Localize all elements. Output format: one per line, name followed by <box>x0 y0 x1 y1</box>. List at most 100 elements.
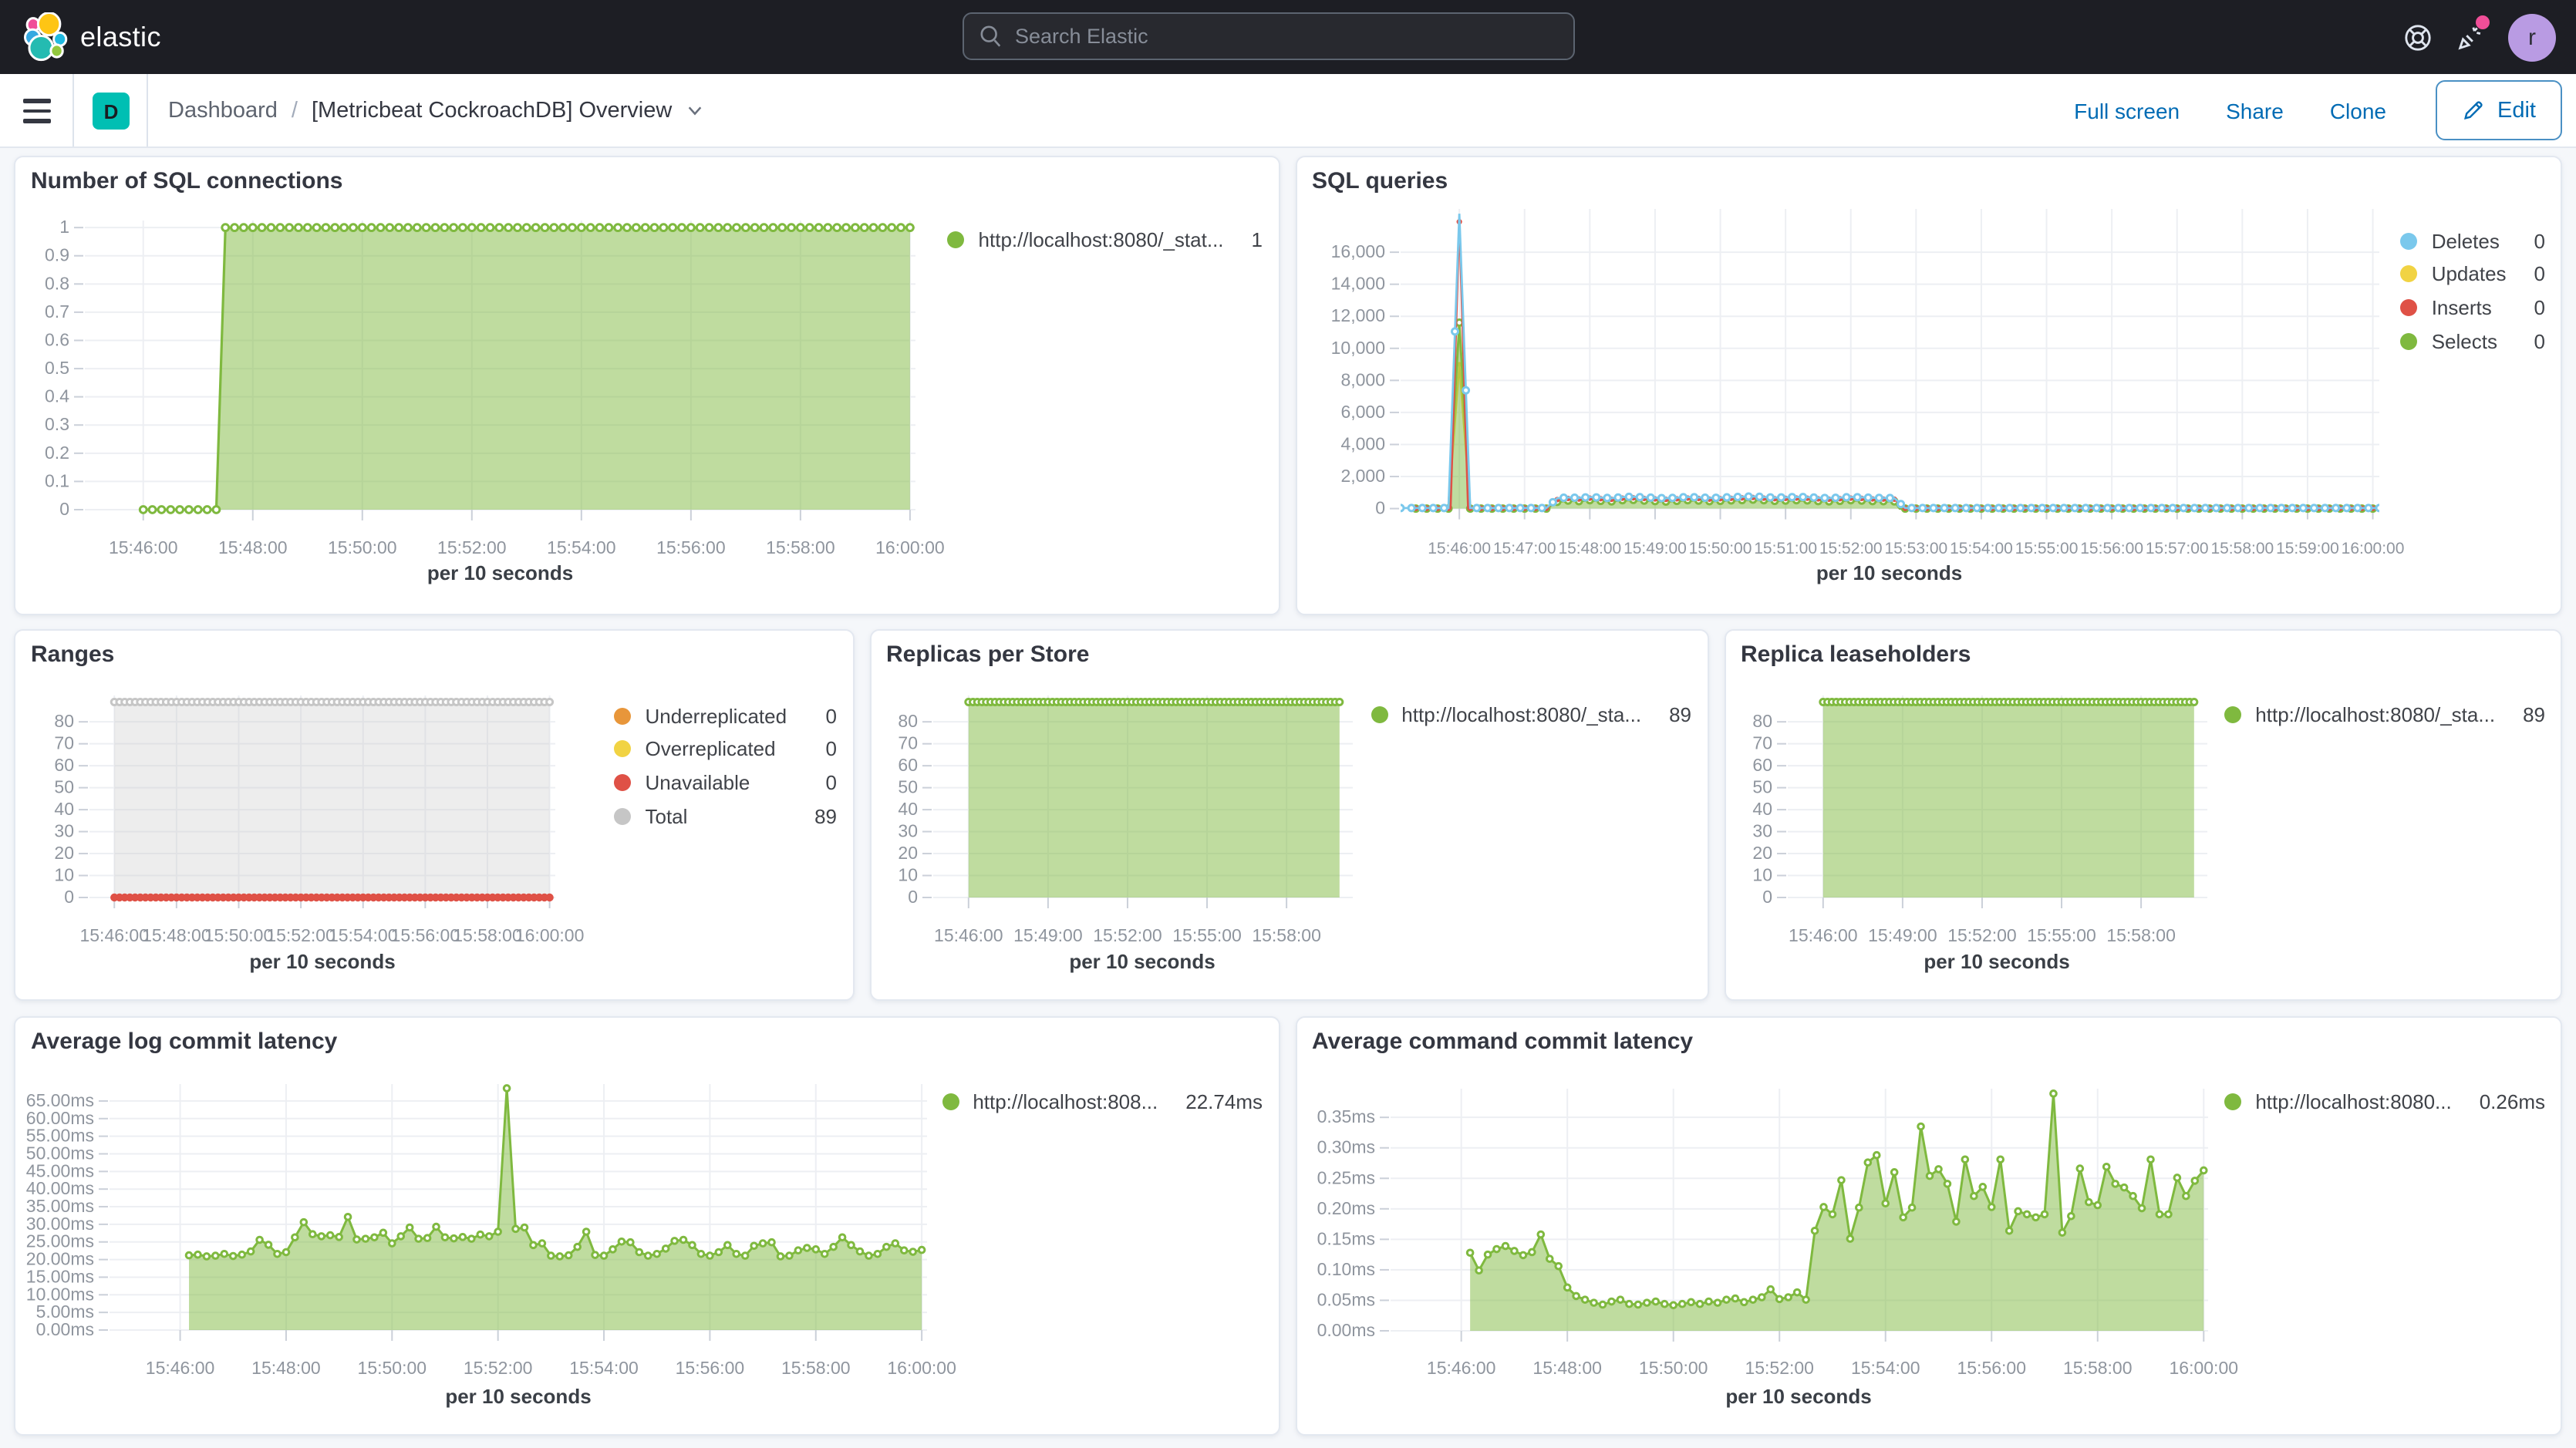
edit-button[interactable]: Edit <box>2436 80 2562 140</box>
x-tick-label: 15:49:00 <box>1867 924 1937 945</box>
x-tick-label: 15:50:00 <box>358 1358 427 1378</box>
space-letter: D <box>104 99 119 123</box>
navbar-icons: r <box>2391 0 2576 74</box>
legend-label[interactable]: http://localhost:8080/_stat... <box>979 223 1224 256</box>
x-axis-title: per 10 seconds <box>1069 950 1215 973</box>
legend-dot <box>948 231 965 248</box>
share-button[interactable]: Share <box>2226 98 2284 123</box>
breadcrumb-dashboard[interactable]: Dashboard <box>168 98 278 123</box>
y-tick-label: 35.00ms <box>26 1196 94 1216</box>
x-tick-label: 15:54:00 <box>329 924 398 945</box>
help-icon[interactable] <box>2391 11 2443 63</box>
chart-legend: http://localhost:8080...0.26ms <box>2224 1086 2545 1119</box>
y-tick-label: 10,000 <box>1330 337 1384 357</box>
sql-queries-chart: 02,0004,0006,0008,00010,00012,00014,0001… <box>1296 157 2564 616</box>
x-tick-label: 15:56:00 <box>1956 1358 2025 1378</box>
panel-avg-log-commit-latency: Average log commit latency0.00ms5.00ms10… <box>14 1016 1280 1436</box>
x-tick-label: 15:55:00 <box>2015 539 2078 557</box>
legend-label[interactable]: http://localhost:808... <box>973 1086 1158 1119</box>
x-tick-label: 15:54:00 <box>1949 539 2012 557</box>
breadcrumb: Dashboard / [Metricbeat CockroachDB] Ove… <box>168 74 703 146</box>
legend-value: 0 <box>2507 258 2545 291</box>
y-tick-label: 0 <box>907 886 917 906</box>
x-tick-label: 15:56:00 <box>656 537 726 557</box>
legend-label[interactable]: Underreplicated <box>646 699 787 732</box>
search-icon <box>979 25 1003 48</box>
y-tick-label: 0.8 <box>45 272 69 292</box>
global-search-input[interactable]: Search Elastic <box>963 12 1575 60</box>
divider <box>147 74 148 146</box>
user-avatar[interactable]: r <box>2508 13 2556 61</box>
newsfeed-icon[interactable] <box>2443 11 2496 63</box>
legend-label[interactable]: Unavailable <box>646 766 787 799</box>
clone-button[interactable]: Clone <box>2330 98 2386 123</box>
avg-log-commit-latency-chart: 0.00ms5.00ms10.00ms15.00ms20.00ms25.00ms… <box>15 1018 1281 1437</box>
y-tick-label: 50.00ms <box>26 1143 94 1163</box>
y-tick-label: 0.9 <box>45 244 69 264</box>
legend-label[interactable]: Selects <box>2432 325 2507 358</box>
x-tick-label: 15:56:00 <box>676 1358 745 1378</box>
legend-dot <box>615 741 632 758</box>
replicas-per-store-chart: 0102030405060708015:46:0015:49:0015:52:0… <box>871 630 1710 1002</box>
legend-label[interactable]: Total <box>646 800 787 833</box>
series <box>965 699 1342 897</box>
y-tick-label: 6,000 <box>1340 401 1384 421</box>
x-axis-title: per 10 seconds <box>1816 561 1962 584</box>
panel-title: Number of SQL connections <box>31 167 343 194</box>
y-tick-label: 4,000 <box>1340 433 1384 453</box>
x-tick-label: 15:58:00 <box>453 924 522 945</box>
x-tick-label: 15:59:00 <box>2275 539 2338 557</box>
x-tick-label: 16:00:00 <box>515 924 585 945</box>
y-tick-label: 16,000 <box>1330 241 1384 261</box>
menu-icon[interactable] <box>23 93 60 130</box>
chart-legend: http://localhost:8080/_stat...1 <box>948 223 1263 256</box>
full-screen-button[interactable]: Full screen <box>2074 98 2180 123</box>
legend-label[interactable]: http://localhost:8080... <box>2255 1086 2451 1119</box>
chart-legend: http://localhost:8080/_sta...89 <box>1371 698 1691 731</box>
y-tick-label: 80 <box>54 710 74 730</box>
legend-value: 89 <box>1641 698 1691 731</box>
panel-title: Average command commit latency <box>1312 1029 1693 1055</box>
legend-label[interactable]: Deletes <box>2432 224 2507 258</box>
legend-dot <box>615 774 632 791</box>
gridlines <box>1389 208 2379 519</box>
x-tick-label: 15:48:00 <box>142 924 211 945</box>
legend-dot <box>2224 706 2241 723</box>
legend-dot <box>2401 299 2418 316</box>
y-tick-label: 30 <box>1752 820 1772 840</box>
x-tick-label: 15:55:00 <box>2026 924 2096 945</box>
y-tick-label: 80 <box>897 710 917 730</box>
y-tick-label: 0.25ms <box>1317 1167 1374 1187</box>
y-tick-label: 0.1 <box>45 470 69 490</box>
x-tick-label: 15:58:00 <box>1251 924 1320 945</box>
x-tick-label: 15:52:00 <box>1819 539 1882 557</box>
legend-value: 0 <box>787 766 837 799</box>
y-tick-label: 70 <box>1752 732 1772 753</box>
x-tick-label: 15:52:00 <box>1947 924 2016 945</box>
x-tick-label: 15:53:00 <box>1883 539 1947 557</box>
y-tick-label: 40 <box>54 798 74 818</box>
elastic-home-link[interactable]: elastic <box>22 9 161 65</box>
legend-label[interactable]: Updates <box>2432 258 2507 291</box>
y-tick-label: 60 <box>54 754 74 774</box>
legend-dot <box>615 708 632 725</box>
panel-sql-queries: SQL queries02,0004,0006,0008,00010,00012… <box>1295 155 2562 615</box>
y-tick-label: 60 <box>1752 754 1772 774</box>
chevron-down-icon[interactable] <box>686 102 703 119</box>
x-tick-label: 15:56:00 <box>2079 539 2143 557</box>
y-tick-label: 65.00ms <box>26 1090 94 1110</box>
x-tick-label: 16:00:00 <box>875 537 945 557</box>
legend-label[interactable]: http://localhost:8080/_sta... <box>1401 698 1641 731</box>
brand-text: elastic <box>80 21 161 53</box>
y-tick-label: 40 <box>1752 798 1772 818</box>
x-tick-label: 15:58:00 <box>2106 924 2175 945</box>
y-tick-label: 55.00ms <box>26 1126 94 1146</box>
space-badge[interactable]: D <box>93 93 130 130</box>
legend-label[interactable]: Overreplicated <box>646 732 787 766</box>
y-tick-label: 0.10ms <box>1317 1259 1374 1279</box>
x-tick-label: 15:52:00 <box>266 924 335 945</box>
panel-avg-command-commit-latency: Average command commit latency0.00ms0.05… <box>1295 1016 2562 1436</box>
legend-label[interactable]: Inserts <box>2432 291 2507 324</box>
legend-label[interactable]: http://localhost:8080/_sta... <box>2255 698 2495 731</box>
series <box>140 224 913 513</box>
